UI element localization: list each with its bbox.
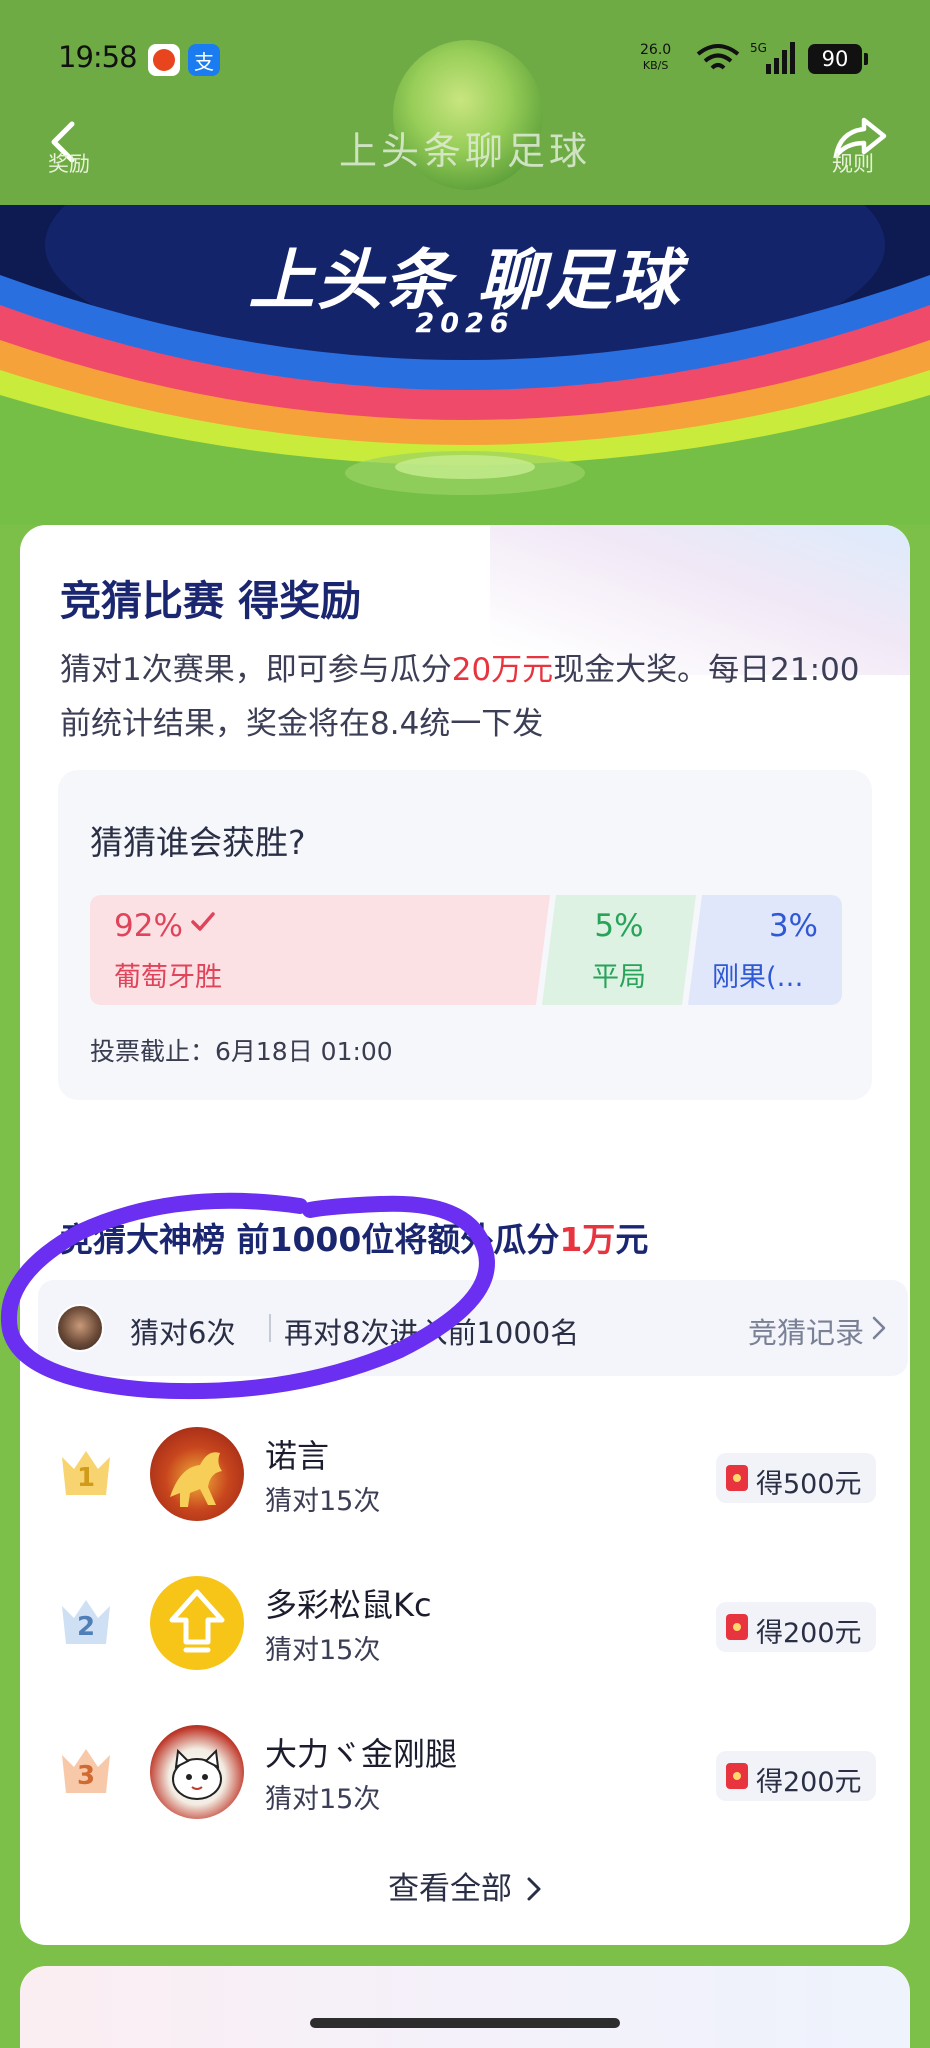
prize-badge: 得500元 [716,1453,876,1503]
prize-badge: 得200元 [716,1602,876,1652]
home-indicator[interactable] [310,2018,620,2028]
status-time: 19:58 [58,40,138,74]
option-percent: 3% [768,908,818,944]
alipay-icon: 支 [188,44,220,76]
avatar [150,1576,244,1670]
chevron-right-icon [872,1316,886,1340]
rank-number: 3 [76,1761,96,1791]
prize-badge: 得200元 [716,1751,876,1801]
hero-banner: 上头条 聊足球 2026 [0,205,930,525]
prediction-history-link[interactable]: 竞猜记录 [748,1310,864,1352]
network-speed: 26.0 KB/S [640,42,671,74]
wifi-icon [696,44,740,70]
user-name: 多彩松鼠Kc [265,1586,432,1624]
signal-type: 5G [750,41,767,55]
share-label: 规则 [832,152,874,176]
red-packet-icon [726,1465,748,1491]
banner-year: 2026 [415,308,515,339]
option-percent: 92% [114,908,183,944]
prize-amount: 得200元 [756,1767,862,1798]
lb-title-highlight: 1万 [559,1220,616,1259]
view-all-button[interactable]: 查看全部 [20,1863,910,1908]
status-bar: 19:58 支 26.0 KB/S 5G 90 [0,0,930,120]
prize-amount: 得500元 [756,1469,862,1500]
page-title: 上头条聊足球 [338,129,591,173]
option-percent: 5% [594,908,644,944]
chevron-right-icon [527,1877,541,1901]
network-speed-unit: KB/S [642,59,669,72]
user-name: 大力ヾ金刚腿 [265,1735,458,1773]
option-label: 刚果(… [712,962,804,993]
horse-avatar-graphic [170,1452,222,1507]
poll-option-portugal[interactable]: 92% 葡萄牙胜 [90,895,550,1005]
option-label: 平局 [592,962,646,993]
hand-drawn-annotation [0,1192,495,1400]
user-correct-count: 猜对15次 [265,1635,381,1666]
leaderboard-row[interactable]: 1 诺言 猜对15次 得500元 [20,1425,910,1525]
battery-indicator: 90 [808,44,868,74]
rank-number: 2 [76,1612,96,1642]
poll-option-draw[interactable]: 5% 平局 [542,895,696,1005]
user-correct-count: 猜对15次 [265,1486,381,1517]
prize-amount: 得200元 [756,1618,862,1649]
card-description: 猜对1次赛果，即可参与瓜分20万元现金大奖。每日21:00前统计结果，奖金将在8… [60,643,890,751]
view-all-label: 查看全部 [388,1871,513,1907]
rank-number: 1 [76,1463,96,1493]
desc-prefix: 猜对1次赛果，即可参与瓜分 [60,652,452,688]
next-section-card [20,1966,910,2048]
poll-option-congo[interactable]: 3% 刚果(… [688,895,842,1005]
lucky-cat-graphic [172,1748,222,1800]
leaderboard-row[interactable]: 2 多彩松鼠Kc 猜对15次 得200元 [20,1574,910,1674]
avatar [150,1427,244,1521]
poll-deadline: 投票截止：6月18日 01:00 [90,1037,393,1066]
share-button[interactable]: 规则 [828,112,898,176]
user-correct-count: 猜对15次 [265,1784,381,1815]
poll-question: 猜猜谁会获胜? [90,823,306,862]
desc-highlight: 20万元 [451,652,554,688]
option-label: 葡萄牙胜 [114,962,222,993]
avatar [150,1725,244,1819]
card-title: 竞猜比赛 得奖励 [60,577,362,625]
arrow-up-icon [169,1589,225,1653]
match-poll: 猜猜谁会获胜? 92% 葡萄牙胜 5% 平局 3% 刚果(… 投票截止：6月18… [58,770,872,1100]
lb-title-suffix: 元 [615,1220,649,1259]
check-icon [191,912,215,931]
notification-app-icon [148,44,180,76]
leaderboard-row[interactable]: 3 大力ヾ金刚腿 猜对15次 得200元 [20,1723,910,1823]
red-packet-icon [726,1763,748,1789]
signal-icon: 5G [750,41,795,74]
top-header: 19:58 支 26.0 KB/S 5G 90 奖励 上头条聊足球 规则 [0,0,930,205]
red-packet-icon [726,1614,748,1640]
network-speed-value: 26.0 [640,42,672,58]
